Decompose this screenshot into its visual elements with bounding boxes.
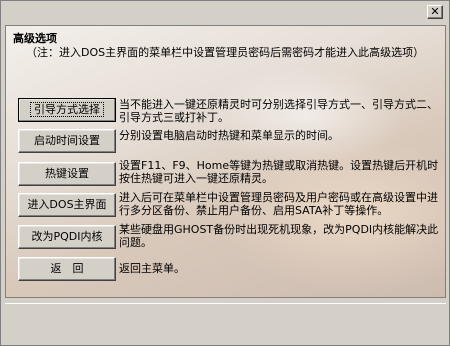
- boot-mode-select-button[interactable]: 引导方式选择: [18, 98, 116, 122]
- options-panel: 高级选项 （注：进入DOS主界面的菜单栏中设置管理员密码后需密码才能进入此高级选…: [5, 25, 446, 298]
- enter-dos-desc: 进入后可在菜单栏中设置管理员密码及用户密码或在高级设置中进行多分区备份、禁止用户…: [119, 191, 438, 217]
- back-desc: 返回主菜单。: [119, 262, 185, 275]
- switch-pqdi-kernel-button[interactable]: 改为PQDI内核: [18, 225, 116, 249]
- advanced-options-window: ✕ 高级选项 （注：进入DOS主界面的菜单栏中设置管理员密码后需密码才能进入此高…: [0, 0, 450, 346]
- hotkey-setting-desc: 设置F11、F9、Home等键为热键或取消热键。设置热键后开机时按住热键可进入一…: [119, 159, 439, 185]
- boot-mode-select-desc: 当不能进入一键还原精灵时可分别选择引导方式一、引导方式二、引导方式三或打补丁。: [119, 98, 438, 124]
- switch-pqdi-kernel-desc: 某些硬盘用GHOST备份时出现死机现象，改为PQDI内核能解决此问题。: [119, 223, 439, 249]
- enter-dos-button[interactable]: 进入DOS主界面: [18, 193, 116, 217]
- boot-time-setting-button[interactable]: 启动时间设置: [18, 129, 116, 153]
- boot-time-setting-desc: 分别设置电脑启动时热键和菜单显示的时间。: [119, 129, 339, 142]
- bottom-bar: [5, 303, 446, 342]
- back-button[interactable]: 返 回: [18, 257, 116, 281]
- page-subtitle: （注：进入DOS主界面的菜单栏中设置管理员密码后需密码才能进入此高级选项）: [26, 46, 425, 59]
- close-button[interactable]: ✕: [427, 5, 443, 19]
- close-icon: ✕: [430, 5, 440, 18]
- hotkey-setting-button[interactable]: 热键设置: [18, 162, 116, 186]
